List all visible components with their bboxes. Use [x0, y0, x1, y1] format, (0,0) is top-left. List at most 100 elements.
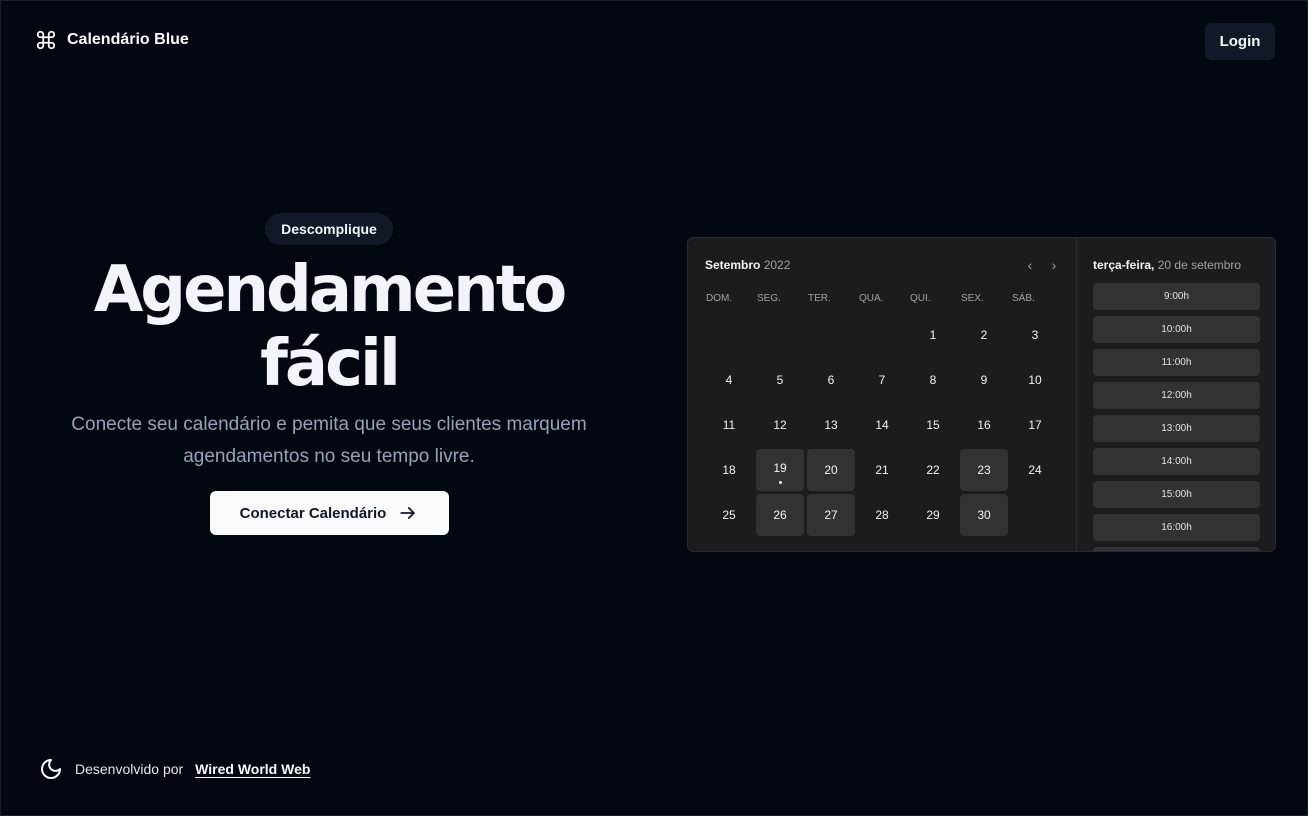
calendar-day: 16 [960, 404, 1008, 446]
header: Calendário Blue Login [1, 1, 1308, 85]
calendar-day-number: 25 [722, 508, 736, 522]
calendar-day-number: 19 [773, 461, 787, 475]
calendar-day: 5 [756, 359, 804, 401]
calendar-day-number: 28 [875, 508, 889, 522]
calendar-day: 8 [909, 359, 957, 401]
calendar-day: 18 [705, 449, 753, 491]
footer: Desenvolvido por Wired World Web [39, 757, 310, 781]
time-picker: terça-feira, 20 de setembro 9:00h 10:00h 1… [1076, 238, 1275, 551]
calendar-day[interactable]: 20 [807, 449, 855, 491]
time-slot[interactable]: 9:00h [1093, 283, 1260, 310]
chevron-left-icon[interactable]: ‹ [1024, 257, 1036, 273]
calendar-day-number: 21 [875, 463, 889, 477]
calendar-nav: ‹ › [1024, 257, 1060, 273]
calendar-year: 2022 [763, 258, 791, 272]
calendar-day-number: 13 [824, 418, 838, 432]
calendar-day-number: 12 [773, 418, 787, 432]
credit-prefix: Desenvolvido por [75, 761, 184, 777]
calendar-day-number: 11 [722, 418, 736, 432]
arrow-right-icon [400, 507, 416, 519]
calendar-day: 2 [960, 314, 1008, 356]
calendar-day: 9 [960, 359, 1008, 401]
calendar-day-number: 2 [980, 328, 988, 342]
moon-icon[interactable] [39, 757, 63, 781]
login-button[interactable]: Login [1205, 23, 1275, 60]
calendar-day: 29 [909, 494, 957, 536]
today-indicator [778, 481, 782, 484]
time-slot[interactable]: 16:00h [1093, 514, 1260, 541]
calendar-day: 24 [1011, 449, 1059, 491]
calendar-day: 22 [909, 449, 957, 491]
time-slot[interactable]: 13:00h [1093, 415, 1260, 442]
calendar-day: 21 [858, 449, 906, 491]
weekday-label: QUI. [910, 293, 931, 304]
calendar-day: 11 [705, 404, 753, 446]
calendar-day-number: 9 [980, 373, 988, 387]
calendar-day-number: 23 [977, 463, 991, 477]
calendar-day-number: 7 [878, 373, 886, 387]
calendar-day: 15 [909, 404, 957, 446]
brand[interactable]: Calendário Blue [35, 29, 189, 51]
calendar-day-number: 30 [977, 508, 991, 522]
calendar-day: 25 [705, 494, 753, 536]
calendar-day[interactable]: 26 [756, 494, 804, 536]
credit-link[interactable]: Wired World Web [195, 761, 310, 777]
calendar-day[interactable]: 19 [756, 449, 804, 491]
calendar-day-number: 6 [827, 373, 835, 387]
time-slot[interactable]: 10:00h [1093, 316, 1260, 343]
hero-section: Descomplique Agendamento fácil Conecte s… [1, 213, 657, 535]
hero-title: Agendamento fácil [29, 253, 629, 401]
calendar-day-number: 5 [776, 373, 784, 387]
day-grid: 1 2 3 4 5 6 7 8 9 10 11 12 13 14 15 16 17 18 19 20 21 22 23 24 2… [704, 313, 1061, 538]
chevron-right-icon[interactable]: › [1048, 257, 1060, 273]
hero-title-line2: fácil [260, 327, 401, 401]
calendar-day-number: 27 [824, 508, 838, 522]
calendar-day[interactable]: 27 [807, 494, 855, 536]
time-slot[interactable]: 14:00h [1093, 448, 1260, 475]
time-slot[interactable]: 12:00h [1093, 382, 1260, 409]
calendar-month-year: Setembro 2022 [705, 258, 790, 272]
calendar-day: 3 [1011, 314, 1059, 356]
calendar-day-number: 18 [722, 463, 736, 477]
calendar-day-number: 8 [929, 373, 937, 387]
calendar-day: 4 [705, 359, 753, 401]
time-slot-overflow [1093, 547, 1260, 551]
weekday-label: SEX. [961, 293, 984, 304]
calendar-day: 17 [1011, 404, 1059, 446]
calendar-month: Setembro [705, 258, 761, 272]
selected-weekday: terça-feira, [1093, 258, 1155, 272]
weekday-label: DOM. [706, 293, 733, 304]
calendar-day: 14 [858, 404, 906, 446]
calendar-day-number: 26 [773, 508, 787, 522]
calendar-day[interactable]: 23 [960, 449, 1008, 491]
calendar-day: 10 [1011, 359, 1059, 401]
connect-calendar-label: Conectar Calendário [239, 504, 387, 522]
calendar-day-number: 29 [926, 508, 940, 522]
calendar-day-number: 15 [926, 418, 940, 432]
hero-title-line1: Agendamento [93, 253, 568, 327]
calendar-day[interactable]: 30 [960, 494, 1008, 536]
calendar-day-number: 17 [1028, 418, 1042, 432]
hero-badge: Descomplique [265, 213, 393, 245]
brand-name: Calendário Blue [67, 31, 189, 48]
time-slot[interactable]: 11:00h [1093, 349, 1260, 376]
calendar-day-number: 24 [1028, 463, 1042, 477]
calendar-day-number: 22 [926, 463, 940, 477]
calendar-day-empty [858, 314, 906, 356]
calendar-day-number: 3 [1031, 328, 1039, 342]
calendar-day: 13 [807, 404, 855, 446]
weekday-label: SEG. [757, 293, 781, 304]
calendar-day: 1 [909, 314, 957, 356]
calendar-day-empty [705, 314, 753, 356]
weekday-label: TER. [808, 293, 831, 304]
calendar-day: 6 [807, 359, 855, 401]
time-slot[interactable]: 15:00h [1093, 481, 1260, 508]
calendar-day-number: 20 [824, 463, 838, 477]
calendar-day: 28 [858, 494, 906, 536]
connect-calendar-button[interactable]: Conectar Calendário [209, 491, 449, 535]
weekday-header: DOM. SEG. TER. QUA. QUI. SEX. SÁB. [704, 293, 1061, 304]
weekday-label: SÁB. [1012, 293, 1035, 304]
hero-subtitle: Conecte seu calendário e pemita que seus… [71, 414, 587, 467]
calendar-day: 12 [756, 404, 804, 446]
calendar-day-number: 14 [875, 418, 889, 432]
